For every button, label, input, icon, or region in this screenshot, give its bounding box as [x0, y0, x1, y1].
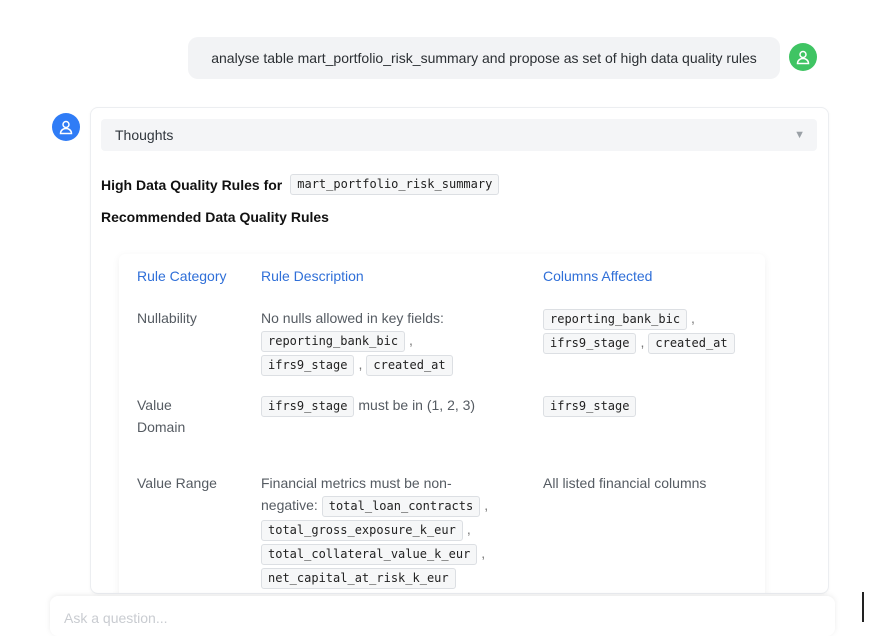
chat-input-placeholder: Ask a question...	[64, 610, 168, 626]
code-ifrs9-stage: ifrs9_stage	[261, 355, 355, 376]
row3-columns: All listed financial columns	[543, 475, 707, 491]
user-icon	[59, 120, 73, 135]
code-reporting-bank-bic: reporting_bank_bic	[261, 331, 406, 352]
user-avatar	[789, 43, 817, 71]
row2-description: ifrs9_stage must be in (1, 2, 3)	[261, 394, 475, 418]
header-columns-affected: Columns Affected	[543, 268, 653, 284]
row2-category-line1: Value	[137, 397, 172, 413]
code-ifrs9-stage: ifrs9_stage	[261, 396, 355, 417]
thoughts-toggle[interactable]: Thoughts ▼	[101, 119, 817, 151]
code-net-capital-at-risk: net_capital_at_risk_k_eur	[261, 568, 456, 589]
row1-desc-text: No nulls allowed in key fields:	[261, 310, 444, 326]
rules-table: Rule Category Rule Description Columns A…	[119, 254, 765, 593]
text-cursor	[862, 592, 864, 622]
header-rule-description: Rule Description	[261, 268, 364, 284]
code-created-at: created_at	[648, 333, 735, 354]
heading-rules-for-text: High Data Quality Rules for	[101, 176, 283, 193]
table-name-code: mart_portfolio_risk_summary	[290, 174, 500, 195]
code-total-collateral-value: total_collateral_value_k_eur	[261, 544, 478, 565]
thoughts-label: Thoughts	[115, 127, 174, 143]
code-ifrs9-stage: ifrs9_stage	[543, 396, 637, 417]
code-total-gross-exposure: total_gross_exposure_k_eur	[261, 520, 463, 541]
row2-columns: ifrs9_stage	[543, 394, 637, 418]
triangle-down-icon: ▼	[794, 129, 805, 141]
user-message-text: analyse table mart_portfolio_risk_summar…	[211, 50, 757, 66]
row3-description: Financial metrics must be non- negative:…	[261, 472, 531, 590]
code-created-at: created_at	[366, 355, 453, 376]
assistant-message-card: Thoughts ▼ High Data Quality Rules for m…	[90, 107, 829, 594]
code-reporting-bank-bic: reporting_bank_bic	[543, 309, 688, 330]
assistant-avatar	[52, 113, 80, 141]
user-icon	[796, 50, 810, 65]
row1-description: No nulls allowed in key fields: reportin…	[261, 307, 511, 377]
row3-category: Value Range	[137, 475, 217, 491]
row2-category: Value Domain	[137, 394, 185, 438]
heading-recommended: Recommended Data Quality Rules	[101, 209, 329, 225]
header-rule-category: Rule Category	[137, 268, 227, 284]
row2-category-line2: Domain	[137, 419, 186, 435]
user-message: analyse table mart_portfolio_risk_summar…	[188, 37, 780, 79]
row1-columns: reporting_bank_bic, ifrs9_stage, created_…	[543, 307, 763, 355]
heading-rules-for: High Data Quality Rules for mart_portfol…	[101, 174, 500, 195]
row1-category: Nullability	[137, 310, 197, 326]
code-total-loan-contracts: total_loan_contracts	[321, 496, 481, 517]
row2-desc-text: must be in (1, 2, 3)	[358, 397, 476, 413]
row3-desc-text1: Financial metrics must be non-	[261, 475, 452, 491]
chat-input[interactable]: Ask a question...	[50, 596, 835, 636]
row3-desc-text2: negative:	[261, 497, 318, 513]
code-ifrs9-stage: ifrs9_stage	[543, 333, 637, 354]
